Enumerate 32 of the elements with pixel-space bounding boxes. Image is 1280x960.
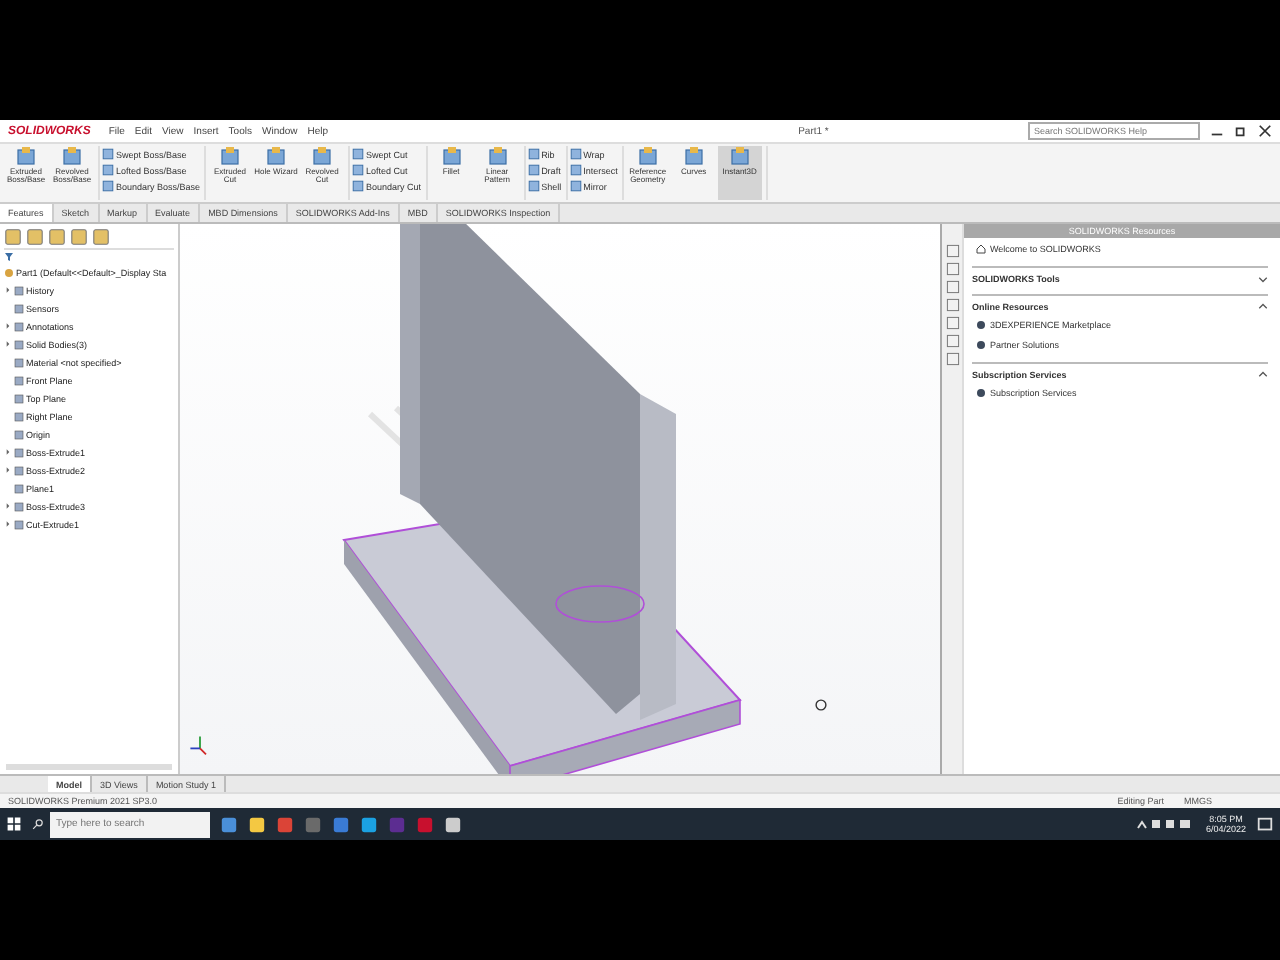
feature-icon [312,146,333,166]
feature-icon [729,146,750,166]
expand-arrow-icon[interactable] [4,466,12,474]
busy-cursor-icon [814,698,828,712]
expand-arrow-icon[interactable] [4,502,12,510]
expand-arrow-icon[interactable] [4,322,12,330]
expand-arrow-icon[interactable] [4,448,12,456]
collapse-icon[interactable] [1258,302,1268,312]
search-icon [32,818,44,830]
filter-icon[interactable] [4,252,14,262]
horizontal-scrollbar[interactable] [6,764,172,770]
feature-icon [16,146,36,166]
expand-arrow-icon[interactable] [4,520,12,528]
notification-icon[interactable] [1256,815,1274,833]
feature-icon [441,146,462,166]
feature-icon [637,146,658,166]
expand-icon[interactable] [1258,274,1268,284]
feature-icon [62,146,82,166]
system-tray-icons[interactable] [1135,816,1196,832]
close-icon[interactable] [1258,124,1272,138]
axis-triad-icon [188,734,212,758]
restore-icon[interactable] [1234,124,1248,138]
collapse-icon[interactable] [1258,370,1268,380]
feature-icon [220,146,241,166]
home-icon [976,243,986,253]
windows-start-icon[interactable] [6,816,22,832]
expand-arrow-icon[interactable] [4,286,12,294]
feature-icon [487,146,508,166]
feature-icon [266,146,287,166]
feature-icon [683,146,704,166]
expand-arrow-icon[interactable] [4,340,12,348]
part-icon [4,267,14,277]
